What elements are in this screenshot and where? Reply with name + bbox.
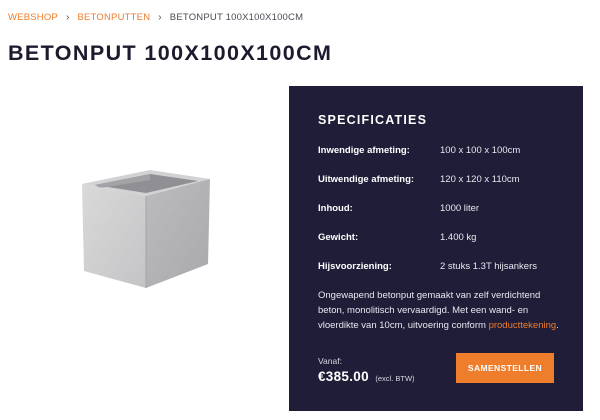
specifications-heading: SPECIFICATIES <box>318 113 428 127</box>
price-amount: €385.00 <box>318 369 369 384</box>
spec-row-inner-size: Inwendige afmeting: 100 x 100 x 100cm <box>318 145 568 161</box>
spec-label: Inwendige afmeting: <box>318 145 410 156</box>
configure-button[interactable]: SAMENSTELLEN <box>456 353 554 383</box>
spec-value: 1.400 kg <box>440 232 477 243</box>
spec-row-outer-size: Uitwendige afmeting: 120 x 120 x 110cm <box>318 174 568 190</box>
product-description: Ongewapend betonput gemaakt van zelf ver… <box>318 288 566 333</box>
spec-value: 120 x 120 x 110cm <box>440 174 520 185</box>
spec-row-weight: Gewicht: 1.400 kg <box>318 232 568 248</box>
spec-value: 2 stuks 1.3T hijsankers <box>440 261 537 272</box>
spec-row-capacity: Inhoud: 1000 liter <box>318 203 568 219</box>
breadcrumb-betonputten-link[interactable]: BETONPUTTEN <box>78 12 151 23</box>
product-image <box>70 160 220 295</box>
price-block: Vanaf: €385.00 (excl. BTW) <box>318 356 415 386</box>
description-end: . <box>556 320 559 331</box>
spec-row-lifting: Hijsvoorziening: 2 stuks 1.3T hijsankers <box>318 261 568 277</box>
spec-label: Hijsvoorziening: <box>318 261 392 272</box>
breadcrumb: WEBSHOP › BETONPUTTEN › BETONPUT 100X100… <box>8 12 303 23</box>
product-drawing-link[interactable]: producttekening <box>489 320 557 331</box>
spec-value: 100 x 100 x 100cm <box>440 145 521 156</box>
breadcrumb-chevron-icon: › <box>65 11 70 23</box>
breadcrumb-current: BETONPUT 100X100X100CM <box>169 12 304 23</box>
price-caption: Vanaf: <box>318 356 342 366</box>
breadcrumb-chevron-icon: › <box>158 11 162 23</box>
price-vat-note: (excl. BTW) <box>375 374 415 383</box>
spec-label: Gewicht: <box>318 232 359 243</box>
spec-value: 1000 liter <box>440 203 480 214</box>
specifications-panel: SPECIFICATIES Inwendige afmeting: 100 x … <box>289 86 583 411</box>
concrete-box-icon <box>82 170 210 288</box>
price-line: €385.00 (excl. BTW) <box>318 368 415 386</box>
page-title: BETONPUT 100X100X100CM <box>8 41 333 65</box>
spec-label: Inhoud: <box>318 203 353 214</box>
breadcrumb-webshop-link[interactable]: WEBSHOP <box>8 12 58 23</box>
spec-label: Uitwendige afmeting: <box>318 174 415 185</box>
